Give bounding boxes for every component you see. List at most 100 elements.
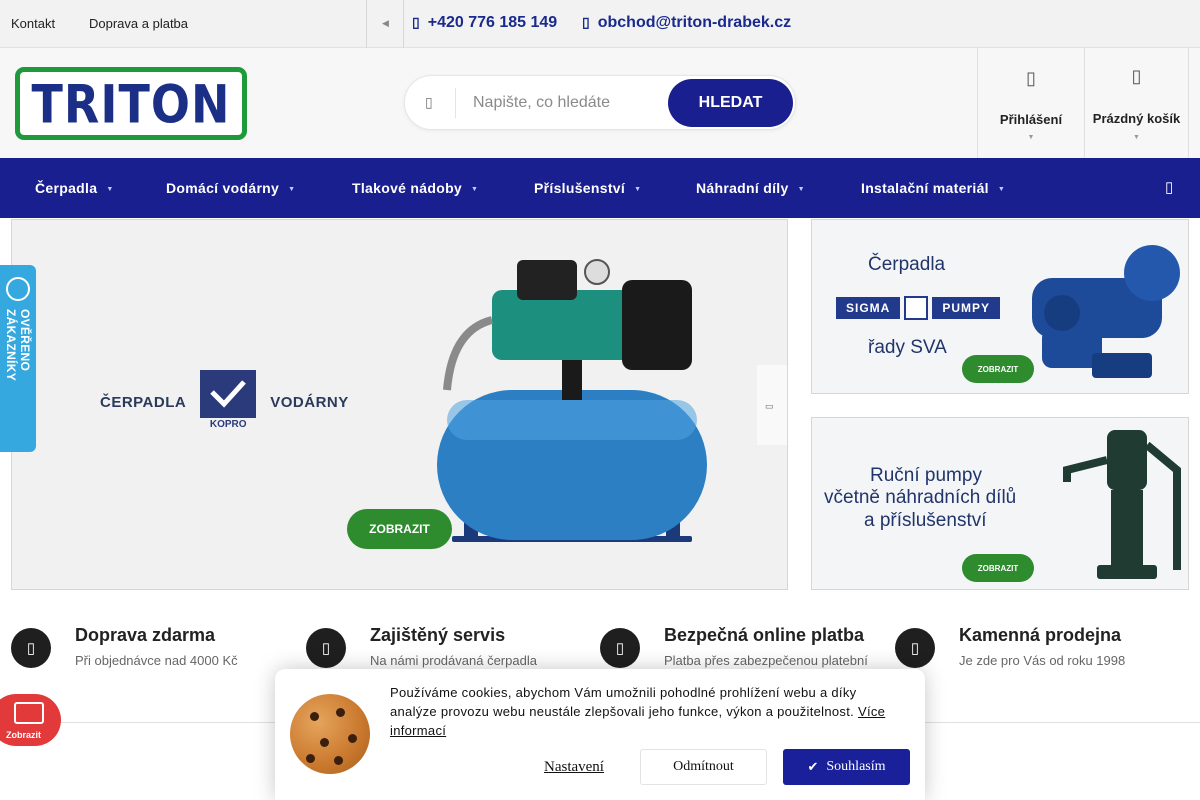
benefit-text: Na námi prodávaná čerpadla	[370, 653, 537, 668]
chevron-down-icon: ▼	[471, 185, 479, 193]
site-logo[interactable]: TRITON	[15, 67, 247, 140]
search-input[interactable]	[473, 88, 663, 118]
cookie-text: Používáme cookies, abychom Vám umožnili …	[390, 685, 857, 719]
nav-label: Náhradní díly	[696, 180, 789, 196]
slider-next-icon: ▭	[765, 401, 774, 411]
main-nav: Čerpadla ▼ Domácí vodárny ▼ Tlakové nádoby…	[0, 158, 1200, 218]
sva-pump-image	[1032, 245, 1180, 378]
search-bar: ▯ HLEDAT	[404, 75, 796, 130]
truck-icon: ▯	[11, 628, 51, 668]
benefit-text: Je zde pro Vás od roku 1998	[959, 653, 1126, 668]
nav-label: Příslušenství	[534, 180, 626, 196]
search-divider	[455, 88, 456, 118]
chevron-down-icon: ▼	[106, 185, 114, 193]
banner-line-3: a příslušenství	[864, 510, 987, 531]
cookie-decline-button[interactable]: Odmítnout	[640, 749, 767, 785]
search-button[interactable]: HLEDAT	[668, 79, 793, 127]
user-icon: ▯	[1026, 68, 1036, 88]
login-button[interactable]: ▯ Přihlášení ▼	[977, 48, 1084, 158]
shipping-payment-link[interactable]: Doprava a platba	[89, 16, 188, 31]
contact-link[interactable]: Kontakt	[11, 16, 55, 31]
phone-number: +420 776 185 149	[427, 14, 558, 31]
benefit-text: Platba přes zabezpečenou platební	[664, 653, 868, 668]
show-label: Zobrazit	[6, 730, 41, 740]
sigma-logo: SIGMA PUMPY	[836, 296, 1001, 320]
chevron-down-icon: ▼	[1027, 134, 1035, 141]
nav-item-cerpadla[interactable]: Čerpadla ▼	[35, 180, 114, 196]
accept-label: Souhlasím	[826, 759, 886, 774]
verified-label: OVĚŘENO ZÁKAZNÍKY	[4, 309, 32, 382]
benefit-shipping: ▯ Doprava zdarma Při objednávce nad 4000…	[11, 620, 281, 680]
nav-item-domaci-vodarny[interactable]: Domácí vodárny ▼	[166, 180, 295, 196]
banner-title: Čerpadla	[868, 254, 946, 275]
nav-item-instalacni-material[interactable]: Instalační materiál ▼	[861, 180, 1005, 196]
chevron-icon: ◀	[382, 18, 389, 28]
banner-show-button[interactable]: ZOBRAZIT	[962, 355, 1034, 383]
benefit-store: ▯ Kamenná prodejna Je zde pro Vás od rok…	[895, 620, 1165, 680]
cart-button[interactable]: ▯ Prázdný košík ▼	[1084, 48, 1189, 158]
email-link[interactable]: ▯ obchod@triton-drabek.cz	[582, 14, 791, 32]
hero-brand: ČERPADLA KOPRO VODÁRNY	[100, 370, 349, 434]
more-links-toggle[interactable]: ◀	[366, 0, 404, 48]
cookie-consent-dialog: Používáme cookies, abychom Vám umožnili …	[275, 669, 925, 800]
nav-item-nahradni-dily[interactable]: Náhradní díly ▼	[696, 180, 805, 196]
brand-right: PUMPY	[932, 297, 1001, 319]
verified-logo-icon	[6, 277, 30, 301]
search-icon: ▯	[425, 94, 433, 110]
email-address: obchod@triton-drabek.cz	[597, 14, 792, 31]
hero-slider[interactable]: ◀ ČERPADLA KOPRO VODÁRNY ZOBRAZIT ▭	[11, 219, 788, 590]
benefit-text: Při objednávce nad 4000 Kč	[75, 653, 238, 668]
cart-icon: ▯	[1131, 66, 1142, 86]
search-icon[interactable]: ▯	[1165, 178, 1173, 196]
sigma-mark-icon	[904, 296, 929, 320]
check-icon: ✔	[807, 759, 819, 774]
brand-left: SIGMA	[836, 297, 901, 319]
banner-show-button[interactable]: ZOBRAZIT	[962, 554, 1034, 582]
cookie-settings-link[interactable]: Nastavení	[544, 759, 604, 776]
benefit-title: Zajištěný servis	[370, 625, 506, 645]
nav-label: Tlakové nádoby	[352, 180, 463, 196]
logo-text: TRITON	[31, 72, 231, 135]
email-icon: ▯	[582, 14, 590, 30]
benefit-title: Bezpečná online platba	[664, 625, 865, 645]
benefit-title: Doprava zdarma	[75, 625, 216, 645]
chevron-down-icon: ▼	[997, 185, 1006, 193]
banner-line-1: Ruční pumpy	[870, 465, 982, 486]
show-store-badge[interactable]: Zobrazit	[0, 694, 61, 746]
header: TRITON ▯ HLEDAT ▯ Přihlášení ▼ ▯ Prázdný…	[0, 48, 1200, 158]
cookie-icon	[290, 694, 370, 774]
top-bar: Kontakt Doprava a platba ◀ ▯ +420 776 185…	[0, 0, 1200, 48]
hero-left-word: ČERPADLA	[100, 393, 187, 411]
thumbs-up-icon: ▯	[306, 628, 346, 668]
chevron-down-icon: ▼	[1133, 134, 1140, 141]
card-icon: ▯	[600, 628, 640, 668]
slider-next-button[interactable]: ▭	[757, 365, 787, 445]
store-icon	[14, 702, 44, 724]
kopro-logo: KOPRO	[200, 370, 257, 434]
nav-label: Čerpadla	[35, 180, 98, 196]
chevron-down-icon: ▼	[288, 185, 296, 193]
benefit-title: Kamenná prodejna	[959, 625, 1122, 645]
phone-icon: ▯	[412, 14, 420, 30]
cookie-accept-button[interactable]: ✔ Souhlasím	[783, 749, 910, 785]
hero-brand-name: KOPRO	[209, 419, 247, 430]
nav-item-tlakove-nadoby[interactable]: Tlakové nádoby ▼	[352, 180, 478, 196]
hero-show-button[interactable]: ZOBRAZIT	[347, 509, 452, 549]
nav-label: Domácí vodárny	[166, 180, 280, 196]
banner-line-2: včetně náhradních dílů	[824, 487, 1017, 508]
chevron-down-icon: ▼	[797, 185, 805, 193]
nav-label: Instalační materiál	[861, 180, 989, 196]
chevron-down-icon: ▼	[634, 185, 642, 193]
hand-pump-image	[1063, 430, 1181, 579]
verified-customers-badge[interactable]: OVĚŘENO ZÁKAZNÍKY	[0, 265, 36, 452]
banner-hand-pumps[interactable]: Ruční pumpy včetně náhradních dílů a pří…	[811, 417, 1189, 590]
cookie-message: Používáme cookies, abychom Vám umožnili …	[390, 683, 900, 740]
nav-item-prislusenstvi[interactable]: Příslušenství ▼	[534, 180, 641, 196]
banner-sigma-pumps[interactable]: Čerpadla SIGMA PUMPY řady SVA ZOBRAZIT	[811, 219, 1189, 394]
hero-right-word: VODÁRNY	[270, 393, 349, 411]
phone-link[interactable]: ▯ +420 776 185 149	[412, 14, 557, 32]
store-icon: ▯	[895, 628, 935, 668]
cart-label: Prázdný košík	[1092, 111, 1181, 126]
pump-tank-image	[437, 259, 707, 542]
banner-subtitle: řady SVA	[868, 337, 947, 358]
